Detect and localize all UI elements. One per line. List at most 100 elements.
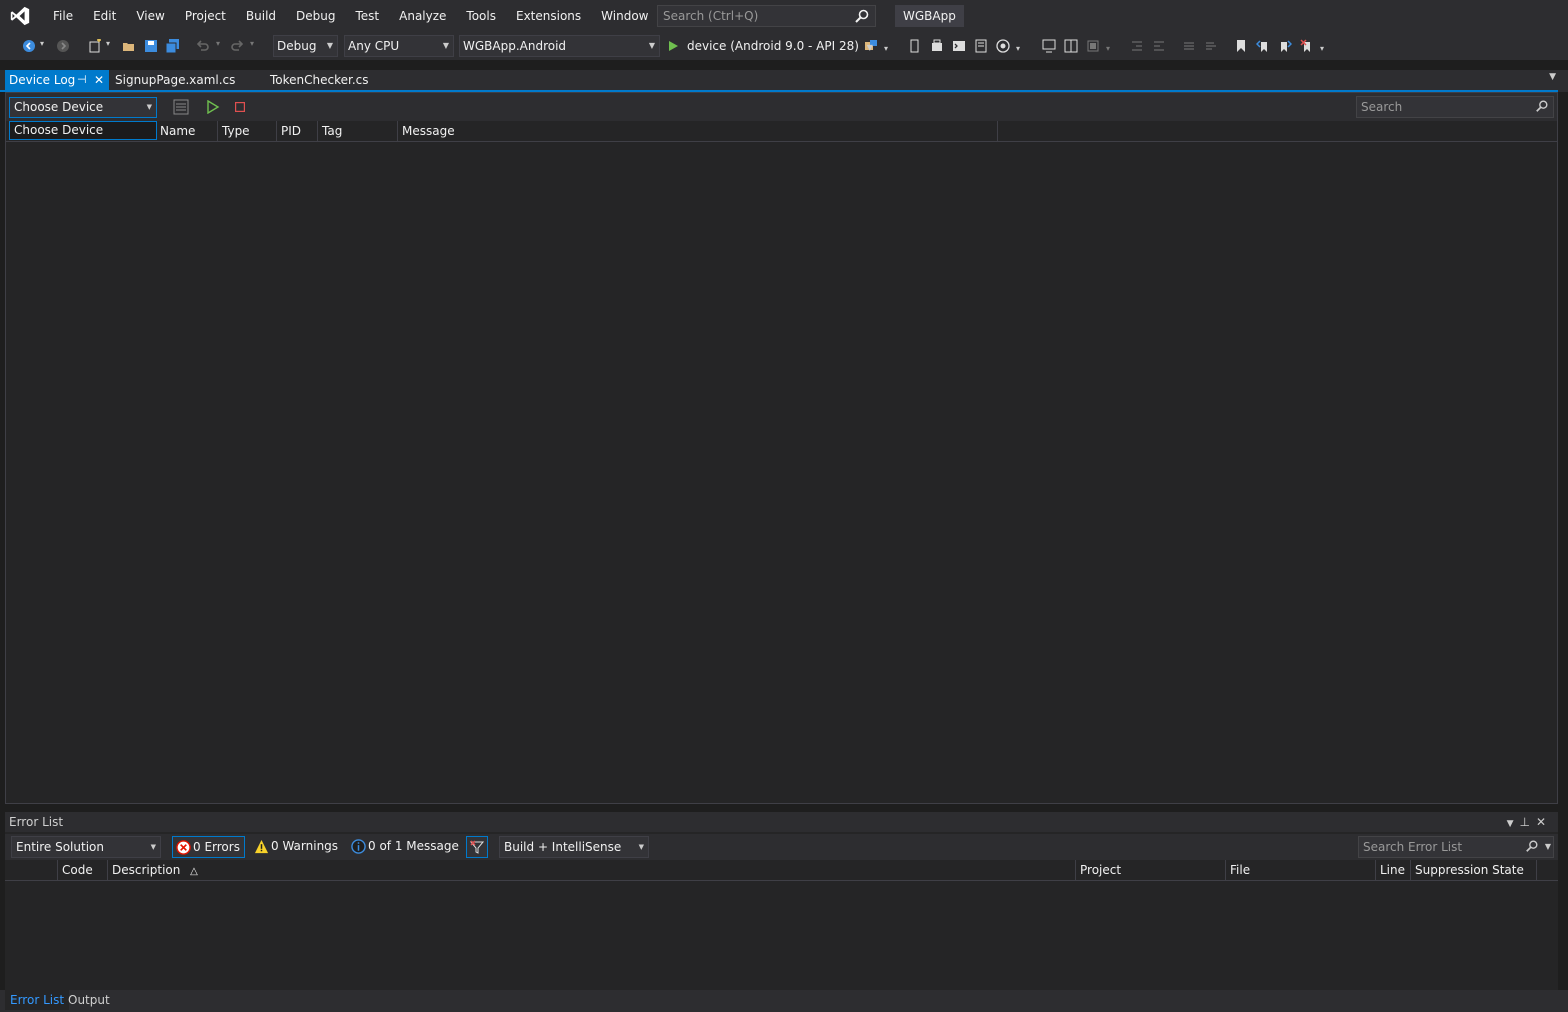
start-logging-icon[interactable] xyxy=(206,100,220,114)
menu-file[interactable]: File xyxy=(43,0,83,32)
platform-value: Any CPU xyxy=(348,39,400,53)
tab-output[interactable]: Output xyxy=(63,990,115,1010)
column-header-project[interactable]: Project xyxy=(1076,860,1226,881)
column-header-tag[interactable]: Tag xyxy=(318,121,398,142)
clear-log-icon[interactable] xyxy=(173,99,189,115)
pin-icon[interactable]: ⊥ xyxy=(1519,815,1535,829)
tab-signuppage-xaml-cs[interactable]: SignupPage.xaml.cs xyxy=(111,70,261,90)
redo-icon[interactable] xyxy=(230,39,244,53)
device-dropdown-item-choose-device[interactable]: Choose Device xyxy=(9,121,157,140)
navigate-back-icon[interactable] xyxy=(22,39,36,53)
clear-bookmarks-icon[interactable] xyxy=(1300,39,1314,53)
choose-device-select[interactable]: Choose Device ▼ xyxy=(9,97,157,118)
column-header-pid[interactable]: PID xyxy=(277,121,318,142)
outdent-icon[interactable] xyxy=(1130,39,1144,53)
search-icon xyxy=(1536,100,1548,112)
profiler-icon[interactable] xyxy=(996,39,1010,53)
deploy-dropdown-chevron-icon[interactable]: ▾ xyxy=(884,44,898,58)
column-header-message[interactable]: Message xyxy=(398,121,998,142)
error-source-select[interactable]: Build + IntelliSense ▼ xyxy=(499,836,649,858)
chevron-down-icon: ▼ xyxy=(326,41,333,50)
close-icon[interactable]: ✕ xyxy=(1536,815,1552,829)
monitor-icon[interactable] xyxy=(1042,39,1056,53)
back-dropdown-chevron-icon[interactable]: ▾ xyxy=(40,39,54,53)
save-icon[interactable] xyxy=(144,39,158,53)
redo-dropdown-chevron-icon[interactable]: ▾ xyxy=(250,39,264,53)
search-icon xyxy=(855,9,869,23)
column-header-category[interactable] xyxy=(5,860,58,881)
tab-device-log[interactable]: Device Log ⊣ ✕ xyxy=(5,70,109,90)
errors-filter-button[interactable]: 0 Errors xyxy=(172,836,245,858)
tab-label: SignupPage.xaml.cs xyxy=(115,73,236,87)
quick-launch-search-input[interactable]: Search (Ctrl+Q) xyxy=(657,5,876,27)
chevron-down-icon: ▼ xyxy=(648,41,655,50)
new-dropdown-chevron-icon[interactable]: ▾ xyxy=(106,39,120,53)
visual-studio-logo-icon[interactable] xyxy=(9,5,31,27)
menu-edit[interactable]: Edit xyxy=(83,0,126,32)
next-bookmark-icon[interactable] xyxy=(1278,39,1292,53)
error-scope-value: Entire Solution xyxy=(16,840,104,854)
pin-icon[interactable]: ⊣ xyxy=(77,70,87,90)
menu-test[interactable]: Test xyxy=(345,0,389,32)
layout-dropdown-chevron-icon[interactable]: ▾ xyxy=(1106,44,1120,58)
error-list-search-input[interactable]: Search Error List ▼ xyxy=(1358,836,1554,858)
chevron-down-icon: ▼ xyxy=(146,103,152,111)
warnings-filter-button[interactable]: 0 Warnings xyxy=(251,836,342,858)
menu-tools[interactable]: Tools xyxy=(456,0,506,32)
chevron-down-icon: ▼ xyxy=(150,843,156,851)
menu-project[interactable]: Project xyxy=(175,0,236,32)
menu-view[interactable]: View xyxy=(126,0,174,32)
navigate-forward-icon[interactable] xyxy=(56,39,70,53)
indent-icon[interactable] xyxy=(1152,39,1166,53)
menu-build[interactable]: Build xyxy=(236,0,286,32)
uncomment-icon[interactable] xyxy=(1204,39,1218,53)
column-header-code[interactable]: Code xyxy=(58,860,108,881)
device-log-column-headers: Name Type PID Tag Message xyxy=(6,121,1557,142)
column-header-file[interactable]: File xyxy=(1226,860,1376,881)
filter-toggle-button[interactable] xyxy=(466,836,488,858)
bookmark-icon[interactable] xyxy=(1234,39,1248,53)
search-options-chevron-icon[interactable]: ▼ xyxy=(1545,837,1551,857)
menu-window[interactable]: Window xyxy=(591,0,658,32)
menu-analyze[interactable]: Analyze xyxy=(389,0,456,32)
column-header-suppression-state[interactable]: Suppression State xyxy=(1411,860,1537,881)
tool-window-tab-strip: Error List Output xyxy=(0,990,1568,1012)
split-view-icon[interactable] xyxy=(1064,39,1078,53)
run-target-label: device (Android 9.0 - API 28) xyxy=(687,39,859,53)
new-project-icon[interactable] xyxy=(88,39,102,53)
device-log-icon[interactable] xyxy=(974,39,988,53)
undo-icon[interactable] xyxy=(196,39,210,53)
android-sdk-icon[interactable] xyxy=(930,39,944,53)
toolbar-overflow-chevron-icon[interactable]: ▾ xyxy=(1320,44,1334,58)
menu-extensions[interactable]: Extensions xyxy=(506,0,591,32)
messages-filter-button[interactable]: 0 of 1 Message xyxy=(348,836,463,858)
save-all-icon[interactable] xyxy=(166,39,180,53)
device-manager-icon[interactable] xyxy=(908,39,922,53)
tab-error-list[interactable]: Error List xyxy=(5,990,70,1010)
close-icon[interactable]: ✕ xyxy=(94,70,104,90)
undo-dropdown-chevron-icon[interactable]: ▾ xyxy=(216,39,230,53)
window-position-chevron-icon[interactable]: ▼ xyxy=(1507,819,1520,829)
device-log-search-input[interactable]: Search xyxy=(1356,96,1554,118)
column-header-line[interactable]: Line xyxy=(1376,860,1411,881)
play-icon xyxy=(669,41,678,51)
profiler-dropdown-chevron-icon[interactable]: ▾ xyxy=(1016,44,1030,58)
column-header-description[interactable]: Description △ xyxy=(108,860,1076,881)
error-scope-select[interactable]: Entire Solution ▼ xyxy=(11,836,161,858)
layout-icon[interactable] xyxy=(1086,39,1100,53)
menu-debug[interactable]: Debug xyxy=(286,0,345,32)
column-header-name[interactable]: Name xyxy=(156,121,218,142)
platform-select[interactable]: Any CPU ▼ xyxy=(344,35,454,57)
open-file-icon[interactable] xyxy=(122,39,136,53)
tab-overflow-chevron-icon[interactable]: ▼ xyxy=(1549,72,1556,82)
column-header-type[interactable]: Type xyxy=(218,121,277,142)
previous-bookmark-icon[interactable] xyxy=(1256,39,1270,53)
comment-icon[interactable] xyxy=(1182,39,1196,53)
run-target-chevron-icon[interactable]: ▼ xyxy=(863,43,873,52)
terminal-icon[interactable] xyxy=(952,39,966,53)
start-debugging-button[interactable]: device (Android 9.0 - API 28) ▼ xyxy=(667,35,873,57)
stop-logging-icon[interactable] xyxy=(235,102,245,112)
configuration-select[interactable]: Debug ▼ xyxy=(273,35,338,57)
startup-project-select[interactable]: WGBApp.Android ▼ xyxy=(459,35,660,57)
tab-tokenchecker-cs[interactable]: TokenChecker.cs xyxy=(266,70,416,90)
